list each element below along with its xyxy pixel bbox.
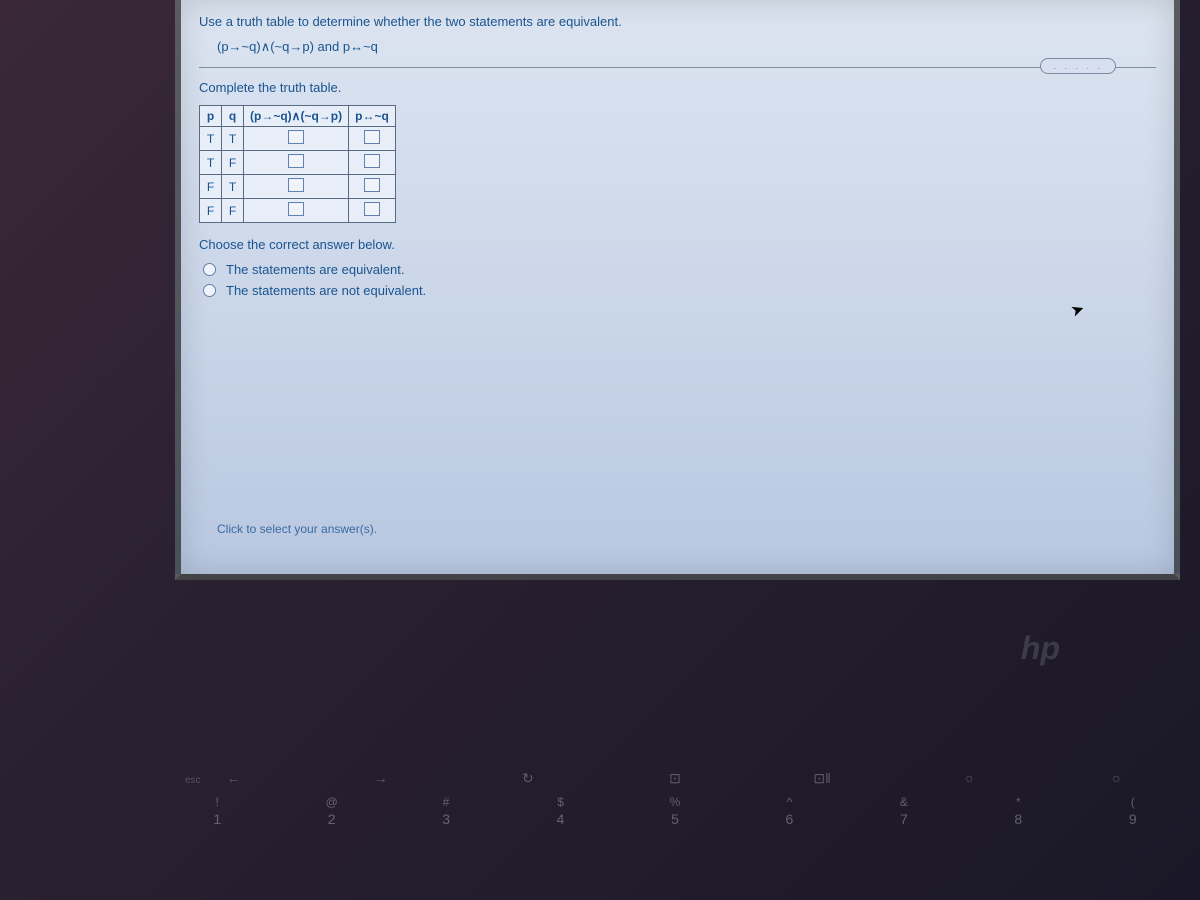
key-3: #3 xyxy=(416,795,476,827)
cell-dropdown xyxy=(349,127,396,151)
number-key-row: !1 @2 #3 $4 %5 ^6 &7 *8 (9 xyxy=(170,795,1180,827)
key-8: *8 xyxy=(988,795,1048,827)
radio-label: The statements are not equivalent. xyxy=(226,283,426,298)
key-7: &7 xyxy=(874,795,934,827)
answer-dropdown[interactable] xyxy=(364,154,380,168)
fn-key-brightdown-icon: ○ xyxy=(939,770,999,787)
cell-dropdown xyxy=(244,127,349,151)
col-bicond: p↔~q xyxy=(349,106,396,127)
answer-dropdown[interactable] xyxy=(288,130,304,144)
table-row: T F xyxy=(200,151,396,175)
key-4: $4 xyxy=(531,795,591,827)
question-prompt: Use a truth table to determine whether t… xyxy=(199,14,1156,29)
cell-p: T xyxy=(200,151,222,175)
radio-option[interactable]: The statements are not equivalent. xyxy=(199,283,1156,298)
key-2: @2 xyxy=(302,795,362,827)
cell-q: F xyxy=(222,199,244,223)
content-area: Use a truth table to determine whether t… xyxy=(181,0,1174,318)
key-9: (9 xyxy=(1103,795,1163,827)
fn-key-forward-icon: → xyxy=(351,770,411,787)
laptop-brand-logo: hp xyxy=(1021,630,1060,667)
col-p: p xyxy=(200,106,222,127)
radio-option[interactable]: The statements are equivalent. xyxy=(199,262,1156,277)
table-row: F T xyxy=(200,175,396,199)
fn-key-refresh-icon: ↻ xyxy=(498,770,558,787)
cell-dropdown xyxy=(244,175,349,199)
key-1: !1 xyxy=(187,795,247,827)
answer-dropdown[interactable] xyxy=(364,178,380,192)
table-row: F F xyxy=(200,199,396,223)
complete-instruction: Complete the truth table. xyxy=(199,80,1156,95)
cell-dropdown xyxy=(349,151,396,175)
answer-dropdown[interactable] xyxy=(288,178,304,192)
fn-key-back-icon: ← xyxy=(204,770,264,787)
table-header-row: p q (p→~q)∧(~q→p) p↔~q xyxy=(200,106,396,127)
col-q: q xyxy=(222,106,244,127)
answer-dropdown[interactable] xyxy=(288,154,304,168)
key-5: %5 xyxy=(645,795,705,827)
table-row: T T xyxy=(200,127,396,151)
fn-key-brightup-icon: ○ xyxy=(1086,770,1146,787)
choose-prompt: Choose the correct answer below. xyxy=(199,237,1156,252)
formula-statement: (p→~q)∧(~q→p) and p↔~q xyxy=(199,39,1156,55)
divider: . . . . . xyxy=(199,67,1156,68)
answer-dropdown[interactable] xyxy=(288,202,304,216)
cell-dropdown xyxy=(244,199,349,223)
cell-dropdown xyxy=(349,175,396,199)
radio-label: The statements are equivalent. xyxy=(226,262,405,277)
cell-p: F xyxy=(200,175,222,199)
truth-table: p q (p→~q)∧(~q→p) p↔~q T T T F F T xyxy=(199,105,396,223)
collapse-badge[interactable]: . . . . . xyxy=(1040,58,1116,74)
answer-dropdown[interactable] xyxy=(364,130,380,144)
keyboard: ← → ↻ ⊡ ⊡‖ ○ ○ !1 @2 #3 $4 %5 ^6 &7 *8 (… xyxy=(150,770,1200,900)
fn-key-overview-icon: ⊡‖ xyxy=(792,770,852,787)
cell-dropdown xyxy=(349,199,396,223)
cell-q: F xyxy=(222,151,244,175)
col-compound: (p→~q)∧(~q→p) xyxy=(244,106,349,127)
radio-button[interactable] xyxy=(203,263,216,276)
cell-p: F xyxy=(200,199,222,223)
fn-key-fullscreen-icon: ⊡ xyxy=(645,770,705,787)
fn-key-row: ← → ↻ ⊡ ⊡‖ ○ ○ xyxy=(170,770,1180,787)
footer-hint: Click to select your answer(s). xyxy=(217,522,377,536)
cell-dropdown xyxy=(244,151,349,175)
cell-q: T xyxy=(222,175,244,199)
answer-dropdown[interactable] xyxy=(364,202,380,216)
cell-q: T xyxy=(222,127,244,151)
cell-p: T xyxy=(200,127,222,151)
quiz-screen: Use a truth table to determine whether t… xyxy=(175,0,1180,580)
key-6: ^6 xyxy=(759,795,819,827)
radio-button[interactable] xyxy=(203,284,216,297)
